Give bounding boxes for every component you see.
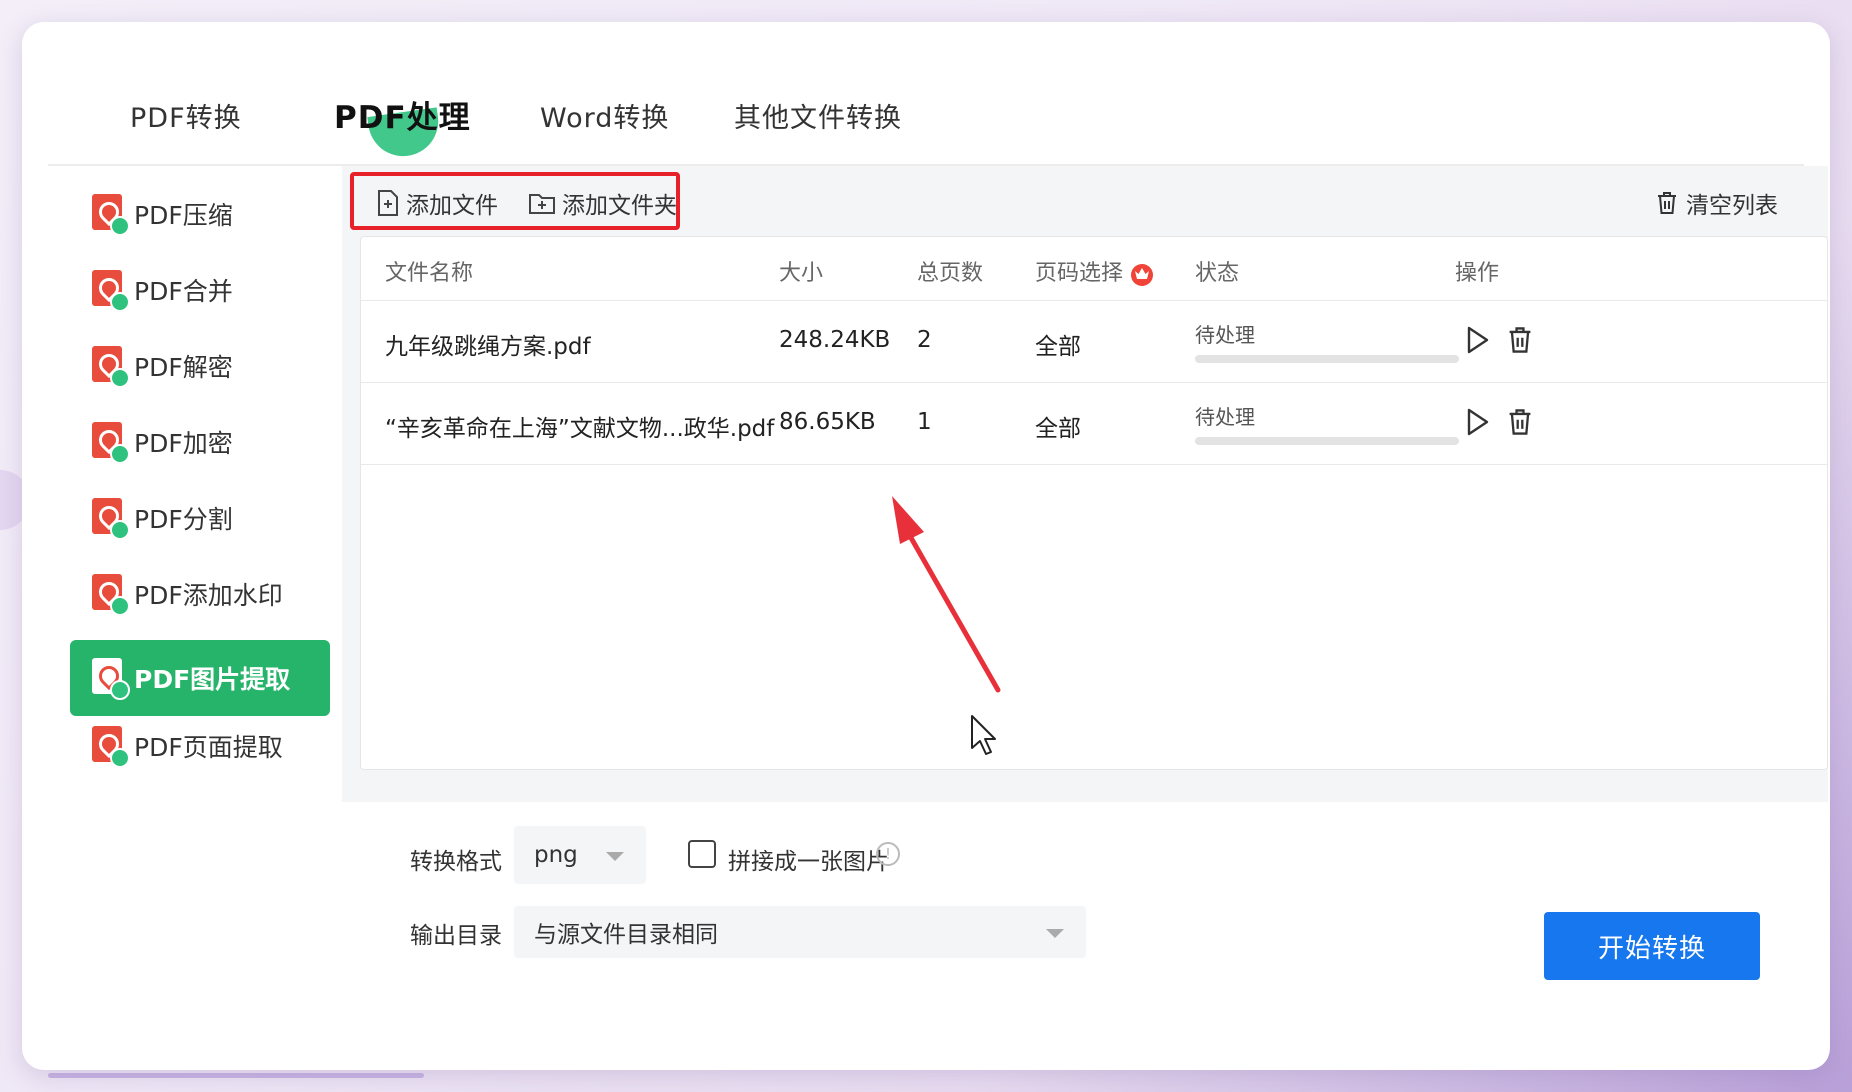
add-file-label: 添加文件 [406, 193, 498, 219]
table-header: 文件名称 大小 总页数 页码选择 状态 操作 [361, 237, 1827, 301]
file-table: 文件名称 大小 总页数 页码选择 状态 操作 九年级跳绳方案.pdf 248.2… [360, 236, 1828, 770]
sidebar-item-pdf-merge[interactable]: PDF合并 [70, 252, 330, 328]
sidebar-item-pdf-decrypt[interactable]: PDF解密 [70, 328, 330, 404]
output-value: 与源文件目录相同 [534, 922, 718, 948]
clear-list-label: 清空列表 [1686, 193, 1778, 219]
status-text: 待处理 [1195, 405, 1255, 429]
sidebar-item-label: PDF图片提取 [134, 665, 291, 694]
clear-list-button[interactable]: 清空列表 [1656, 186, 1778, 220]
pdf-compress-icon [92, 194, 130, 236]
file-pages: 2 [917, 327, 932, 353]
sidebar-item-label: PDF分割 [134, 505, 233, 534]
sidebar-item-pdf-encrypt[interactable]: PDF加密 [70, 404, 330, 480]
output-label: 输出目录 [410, 923, 502, 949]
crown-icon [1131, 264, 1154, 286]
sidebar-item-pdf-split[interactable]: PDF分割 [70, 480, 330, 556]
sidebar-item-pdf-page-extract[interactable]: PDF页面提取 [70, 708, 330, 784]
tab-pdf-process[interactable]: PDF处理 [334, 92, 471, 137]
start-convert-button[interactable]: 开始转换 [1544, 912, 1760, 980]
trash-icon[interactable] [1507, 325, 1533, 355]
add-folder-label: 添加文件夹 [562, 193, 677, 219]
col-header-page-select: 页码选择 [1035, 255, 1155, 287]
add-file-button[interactable]: 添加文件 [376, 186, 498, 220]
top-nav: PDF转换 PDF处理 Word转换 其他文件转换 [48, 48, 1804, 166]
file-size: 86.65KB [779, 409, 876, 435]
pdf-split-icon [92, 498, 130, 540]
tab-word-convert[interactable]: Word转换 [540, 96, 669, 135]
merge-label: 拼接成一张图片 [728, 849, 889, 875]
pdf-image-extract-icon [92, 658, 130, 700]
app-window: PDF转换 PDF处理 Word转换 其他文件转换 PDF压缩 PDF合并 PD… [22, 22, 1830, 1070]
add-folder-icon [529, 194, 555, 214]
sidebar: PDF压缩 PDF合并 PDF解密 PDF加密 PDF分割 PDF添加水印 PD… [70, 166, 340, 1066]
sidebar-item-pdf-image-extract[interactable]: PDF图片提取 [70, 640, 330, 716]
tab-pdf-convert[interactable]: PDF转换 [130, 96, 242, 135]
status-text: 待处理 [1195, 323, 1255, 347]
pdf-merge-icon [92, 270, 130, 312]
progress-bar [1195, 437, 1459, 445]
format-value: png [534, 842, 578, 868]
table-row: “辛亥革命在上海”文献文物...政华.pdf 86.65KB 1 全部 待处理 [361, 383, 1827, 465]
sidebar-item-label: PDF解密 [134, 353, 233, 382]
info-icon[interactable]: ! [876, 842, 900, 866]
sidebar-item-label: PDF压缩 [134, 201, 233, 230]
add-file-icon [378, 190, 398, 216]
tab-other-convert[interactable]: 其他文件转换 [734, 96, 902, 135]
col-header-pages: 总页数 [917, 261, 984, 286]
play-icon[interactable] [1465, 407, 1491, 437]
page-select-value[interactable]: 全部 [1035, 409, 1081, 443]
play-icon[interactable] [1465, 325, 1491, 355]
output-dir-select[interactable]: 与源文件目录相同 [514, 906, 1086, 958]
sidebar-item-label: PDF添加水印 [134, 581, 283, 610]
background-decoration-bar [48, 1073, 424, 1078]
trash-icon[interactable] [1507, 407, 1533, 437]
format-select[interactable]: png [514, 826, 646, 884]
main-panel: 添加文件 添加文件夹 清空列表 文件名称 大小 总页数 页码选择 状态 操作 九… [342, 166, 1828, 1066]
progress-bar [1195, 355, 1459, 363]
format-label: 转换格式 [410, 849, 502, 875]
col-header-status: 状态 [1195, 261, 1240, 286]
bottom-settings: 转换格式 png 拼接成一张图片 ! 输出目录 与源文件目录相同 开始转换 [342, 802, 1828, 1066]
sidebar-item-label: PDF加密 [134, 429, 233, 458]
col-header-name: 文件名称 [385, 261, 474, 286]
table-row: 九年级跳绳方案.pdf 248.24KB 2 全部 待处理 [361, 301, 1827, 383]
add-folder-button[interactable]: 添加文件夹 [528, 186, 677, 220]
sidebar-item-label: PDF页面提取 [134, 733, 283, 762]
file-size: 248.24KB [779, 327, 891, 353]
chevron-down-icon [606, 852, 624, 861]
toolbar: 添加文件 添加文件夹 清空列表 [342, 166, 1828, 236]
sidebar-item-pdf-watermark[interactable]: PDF添加水印 [70, 556, 330, 632]
sidebar-item-label: PDF合并 [134, 277, 233, 306]
pdf-page-extract-icon [92, 726, 130, 768]
file-name: 九年级跳绳方案.pdf [385, 334, 591, 360]
sidebar-item-pdf-compress[interactable]: PDF压缩 [70, 176, 330, 252]
col-header-page-select-label: 页码选择 [1035, 261, 1124, 286]
page-select-value[interactable]: 全部 [1035, 327, 1081, 361]
merge-checkbox[interactable] [688, 840, 716, 868]
trash-icon [1658, 192, 1676, 214]
pdf-watermark-icon [92, 574, 130, 616]
file-name: “辛亥革命在上海”文献文物...政华.pdf [385, 416, 775, 442]
col-header-actions: 操作 [1455, 261, 1500, 286]
pdf-encrypt-icon [92, 422, 130, 464]
col-header-size: 大小 [779, 261, 824, 286]
pdf-decrypt-icon [92, 346, 130, 388]
file-pages: 1 [917, 409, 932, 435]
chevron-down-icon [1046, 929, 1064, 938]
